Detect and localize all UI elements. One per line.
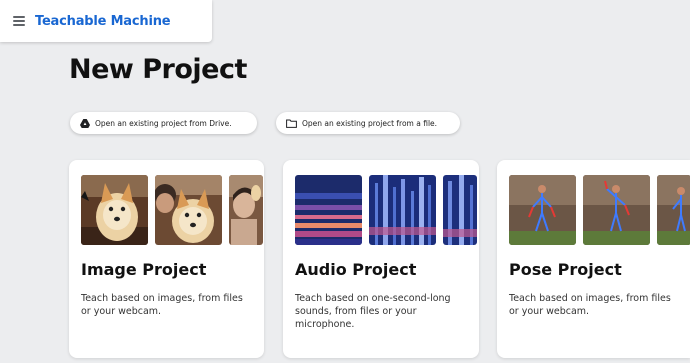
audio-project-card[interactable]: Audio Project Teach based on one-second-… <box>283 160 479 358</box>
pose-project-title: Pose Project <box>509 260 622 279</box>
page-title: New Project <box>69 54 247 85</box>
image-project-thumbnails <box>81 175 263 245</box>
pose-project-thumbnails <box>509 175 690 245</box>
hamburger-menu-icon[interactable] <box>13 16 25 26</box>
image-project-title: Image Project <box>81 260 207 279</box>
spectrogram-thumbnail <box>443 175 477 245</box>
spectrogram-thumbnail <box>369 175 436 245</box>
person-photo-thumbnail <box>229 175 263 245</box>
pose-project-description: Teach based on images, from files or you… <box>509 293 671 317</box>
folder-icon <box>286 119 297 128</box>
app-header: Teachable Machine <box>0 0 212 42</box>
open-from-file-button[interactable]: Open an existing project from a file. <box>276 112 460 134</box>
image-project-card[interactable]: Image Project Teach based on images, fro… <box>69 160 264 358</box>
pose-skeleton-thumbnail <box>657 175 690 245</box>
image-project-description: Teach based on images, from files or you… <box>81 293 243 317</box>
audio-project-thumbnails <box>295 175 477 245</box>
audio-project-title: Audio Project <box>295 260 417 279</box>
open-from-drive-label: Open an existing project from Drive. <box>95 118 232 128</box>
dog-photo-thumbnail <box>81 175 148 245</box>
pose-project-card[interactable]: Pose Project Teach based on images, from… <box>497 160 690 358</box>
audio-project-description: Teach based on one-second-long sounds, f… <box>295 293 451 330</box>
person-with-dog-thumbnail <box>155 175 222 245</box>
drive-icon <box>80 118 90 128</box>
pose-skeleton-thumbnail <box>509 175 576 245</box>
open-from-drive-button[interactable]: Open an existing project from Drive. <box>70 112 257 134</box>
spectrogram-thumbnail <box>295 175 362 245</box>
open-from-file-label: Open an existing project from a file. <box>302 118 438 128</box>
app-brand[interactable]: Teachable Machine <box>35 14 171 29</box>
pose-skeleton-thumbnail <box>583 175 650 245</box>
